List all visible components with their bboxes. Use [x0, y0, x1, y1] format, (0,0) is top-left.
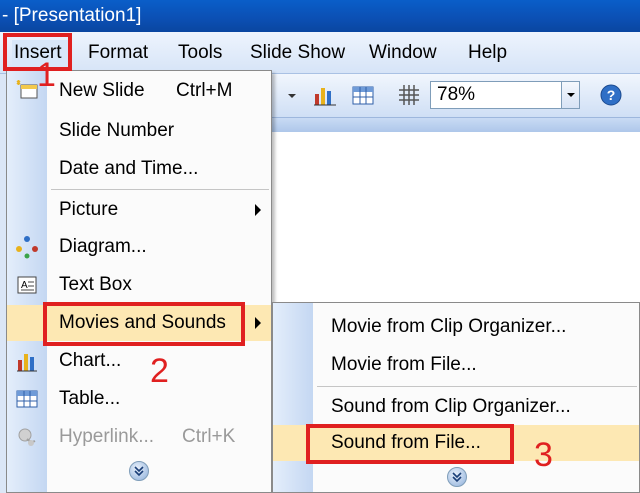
svg-text:?: ?: [607, 87, 616, 103]
standard-toolbar: 78% ?: [272, 74, 640, 118]
zoom-dropdown-icon[interactable]: [561, 82, 579, 108]
menu-item-table[interactable]: Table...: [7, 381, 271, 417]
menu-item-movie-clip-organizer[interactable]: Movie from Clip Organizer...: [273, 309, 639, 345]
menu-item-slide-number[interactable]: Slide Number: [7, 113, 271, 149]
insert-menu: New Slide Ctrl+M Slide Number Date and T…: [6, 70, 272, 493]
menu-tools[interactable]: Tools: [178, 40, 222, 66]
step-number-2: 2: [150, 352, 169, 390]
zoom-value: 78%: [437, 84, 476, 105]
diagram-icon: [15, 235, 39, 259]
help-icon[interactable]: ?: [598, 82, 624, 108]
hyperlink-icon: [15, 425, 39, 449]
menu-format[interactable]: Format: [88, 40, 148, 66]
menu-separator: [317, 386, 637, 387]
menu-separator: [51, 189, 269, 190]
window-title: - [Presentation1]: [2, 5, 142, 26]
show-grid-icon[interactable]: [396, 82, 422, 108]
text-box-icon: A: [15, 273, 39, 297]
insert-table-icon[interactable]: [350, 82, 376, 108]
menu-bar: Insert Format Tools Slide Show Window He…: [0, 32, 640, 74]
menu-slide-show[interactable]: Slide Show: [250, 40, 345, 66]
menu-help[interactable]: Help: [468, 40, 507, 66]
title-bar: - [Presentation1]: [0, 0, 640, 32]
expand-menu-icon[interactable]: [129, 461, 149, 481]
menu-item-text-box[interactable]: A Text Box: [7, 267, 271, 303]
menu-item-hyperlink: Hyperlink... Ctrl+K: [7, 419, 271, 455]
ruler-strip: [272, 118, 640, 132]
svg-text:A: A: [21, 280, 28, 291]
step-number-1: 1: [37, 56, 56, 94]
menu-item-picture[interactable]: Picture: [7, 192, 271, 228]
zoom-combo[interactable]: 78%: [430, 81, 580, 109]
menu-window[interactable]: Window: [369, 40, 437, 66]
step-number-3: 3: [534, 436, 553, 474]
submenu-arrow-icon: [255, 204, 261, 216]
dropdown-arrow-icon[interactable]: [286, 82, 298, 108]
menu-item-sound-clip-organizer[interactable]: Sound from Clip Organizer...: [273, 389, 639, 425]
new-slide-icon: [15, 79, 39, 103]
menu-item-movies-and-sounds[interactable]: Movies and Sounds: [7, 305, 271, 341]
menu-item-diagram[interactable]: Diagram...: [7, 229, 271, 265]
chart-icon: [15, 349, 39, 373]
menu-item-sound-from-file[interactable]: Sound from File...: [273, 425, 639, 461]
menu-item-chart[interactable]: Chart...: [7, 343, 271, 379]
menu-item-movie-from-file[interactable]: Movie from File...: [273, 347, 639, 383]
movies-and-sounds-submenu: Movie from Clip Organizer... Movie from …: [272, 302, 640, 493]
submenu-arrow-icon: [255, 317, 261, 329]
expand-menu-icon[interactable]: [447, 467, 467, 487]
menu-item-date-time[interactable]: Date and Time...: [7, 151, 271, 187]
table-icon: [15, 387, 39, 411]
insert-chart-icon[interactable]: [312, 82, 338, 108]
